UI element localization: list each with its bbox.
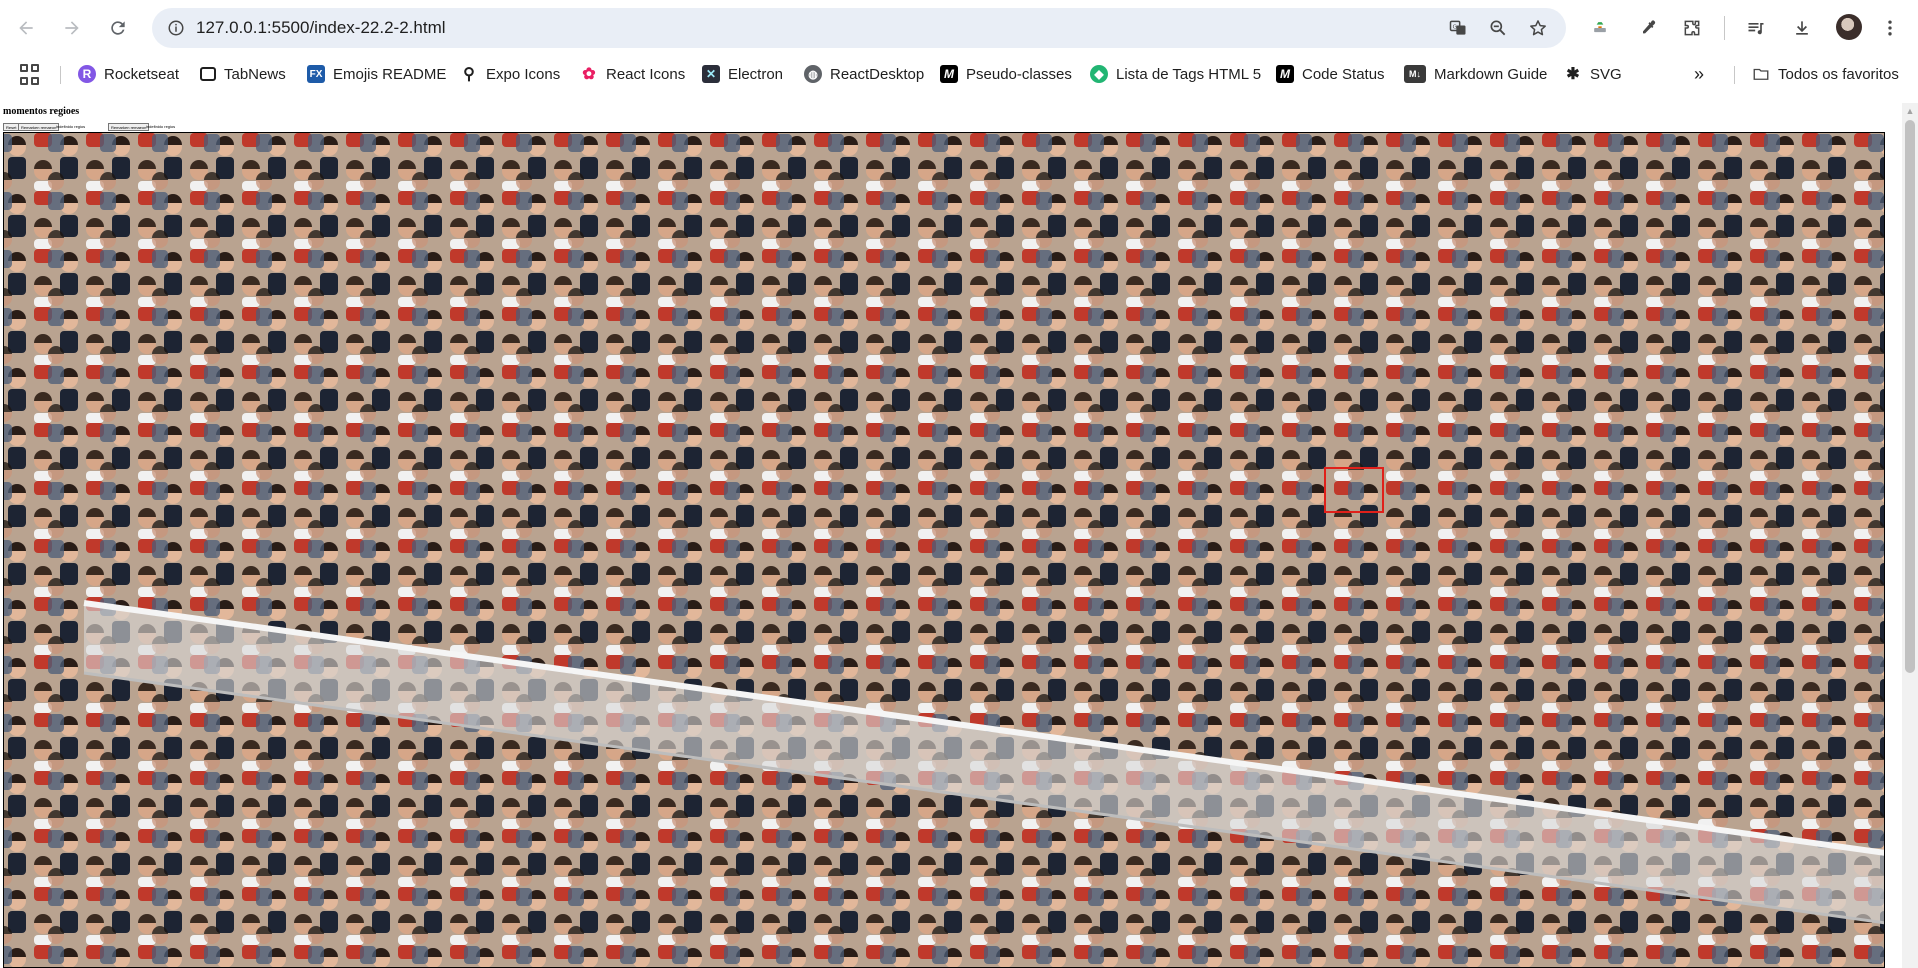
bookmark-react-icons[interactable]: ✿ React Icons <box>580 60 685 88</box>
bookmark-expo-icons[interactable]: ⚲ Expo Icons <box>460 60 560 88</box>
translate-icon[interactable]: G <box>1444 14 1472 42</box>
bookmark-label: Rocketseat <box>104 65 180 83</box>
svg-icon: ✱ <box>1566 66 1580 83</box>
bookmark-label: SVG <box>1590 65 1622 83</box>
back-button[interactable] <box>10 12 42 44</box>
profile-avatar[interactable] <box>1836 14 1862 40</box>
menu-kebab-icon[interactable] <box>1874 12 1906 44</box>
media-controls-icon[interactable] <box>1740 12 1772 44</box>
bookmarks-divider <box>1734 66 1735 84</box>
status-text-2: indefinido regios <box>146 124 176 129</box>
expo-icon: ⚲ <box>463 66 475 83</box>
crowd-image[interactable] <box>3 132 1885 968</box>
bookmark-label: Pseudo-classes <box>966 65 1072 83</box>
face-detection-box <box>1324 467 1384 513</box>
page-scrollbar[interactable]: ▲ <box>1902 103 1918 968</box>
browser-chrome: 127.0.0.1:5500/index-22.2-2.html G R Roc… <box>0 0 1918 103</box>
bookmark-emojis-readme[interactable]: FX Emojis README <box>307 60 446 88</box>
bookmark-label: Electron <box>728 65 784 83</box>
extension-green-icon[interactable] <box>1584 12 1616 44</box>
bookmark-lista-tags-html5[interactable]: ◆ Lista de Tags HTML 5 <box>1090 60 1261 88</box>
reset-button[interactable]: Reset <box>3 123 20 131</box>
bookmark-tabnews[interactable]: TabNews <box>200 60 286 88</box>
bookmark-label: Markdown Guide <box>1434 65 1548 83</box>
svg-text:G: G <box>1453 24 1458 30</box>
status-text: indefinido regios <box>56 124 86 129</box>
remarken-button[interactable]: Remarken remaeon <box>18 123 60 131</box>
bookmarks-overflow-button[interactable]: » <box>1694 60 1704 88</box>
globe-icon: ◍ <box>804 65 822 83</box>
bookmark-star-icon[interactable] <box>1524 14 1552 42</box>
arrow-right-icon <box>65 21 79 35</box>
bookmark-code-status[interactable]: M Code Status <box>1276 60 1385 88</box>
rocketseat-icon: R <box>78 65 96 83</box>
bookmarks-bar: R Rocketseat TabNews FX Emojis README ⚲ … <box>0 56 1918 92</box>
all-bookmarks-button[interactable]: Todos os favoritos <box>1752 60 1899 88</box>
bookmark-rocketseat[interactable]: R Rocketseat <box>78 60 179 88</box>
all-bookmarks-label: Todos os favoritos <box>1778 65 1899 83</box>
address-bar[interactable]: 127.0.0.1:5500/index-22.2-2.html G <box>152 8 1566 48</box>
bookmark-label: Code Status <box>1302 65 1385 83</box>
html-tags-icon: ◆ <box>1090 65 1108 83</box>
bookmark-label: Expo Icons <box>486 65 561 83</box>
bookmark-label: Emojis README <box>333 65 447 83</box>
mdn-icon: M <box>940 65 958 83</box>
reload-button[interactable] <box>102 12 134 44</box>
extensions-puzzle-icon[interactable] <box>1676 12 1708 44</box>
bookmark-label: Lista de Tags HTML 5 <box>1116 65 1262 83</box>
electron-icon: ✕ <box>702 65 720 83</box>
reload-icon <box>111 21 125 35</box>
bookmark-markdown-guide[interactable]: M↓ Markdown Guide <box>1404 60 1547 88</box>
mdn-icon: M <box>1276 65 1294 83</box>
bookmark-svg[interactable]: ✱ SVG <box>1564 60 1622 88</box>
downloads-icon[interactable] <box>1786 12 1818 44</box>
bookmarks-divider <box>60 66 61 84</box>
scroll-up-arrow-icon[interactable]: ▲ <box>1902 103 1918 119</box>
fx-icon: FX <box>307 65 325 83</box>
tabnews-icon <box>200 67 216 81</box>
arrow-left-icon <box>19 21 33 35</box>
scroll-thumb[interactable] <box>1905 120 1915 673</box>
bookmark-label: React Icons <box>606 65 686 83</box>
bookmark-reactdesktop[interactable]: ◍ ReactDesktop <box>804 60 924 88</box>
crowd-illustration <box>4 133 1884 967</box>
remarken-button-2[interactable]: Remarken remaeon <box>108 123 150 131</box>
forward-button[interactable] <box>56 12 88 44</box>
apps-grid-icon[interactable] <box>20 64 42 86</box>
folder-icon <box>1752 65 1770 83</box>
react-icons-icon: ✿ <box>582 66 596 83</box>
url-text[interactable]: 127.0.0.1:5500/index-22.2-2.html <box>196 8 446 48</box>
page-content: momentos regioes Reset Remarken remaeon … <box>0 103 1902 968</box>
page-title: momentos regioes <box>3 106 80 117</box>
bookmark-electron[interactable]: ✕ Electron <box>702 60 783 88</box>
site-info-icon[interactable] <box>162 14 190 42</box>
bookmark-label: TabNews <box>224 65 286 83</box>
zoom-icon[interactable] <box>1484 14 1512 42</box>
markdown-icon: M↓ <box>1404 65 1426 83</box>
toolbar-divider <box>1724 16 1725 40</box>
bookmark-pseudo-classes[interactable]: M Pseudo-classes <box>940 60 1072 88</box>
bookmark-label: ReactDesktop <box>830 65 925 83</box>
browser-toolbar: 127.0.0.1:5500/index-22.2-2.html G <box>0 0 1918 56</box>
eyedropper-icon[interactable] <box>1632 12 1664 44</box>
